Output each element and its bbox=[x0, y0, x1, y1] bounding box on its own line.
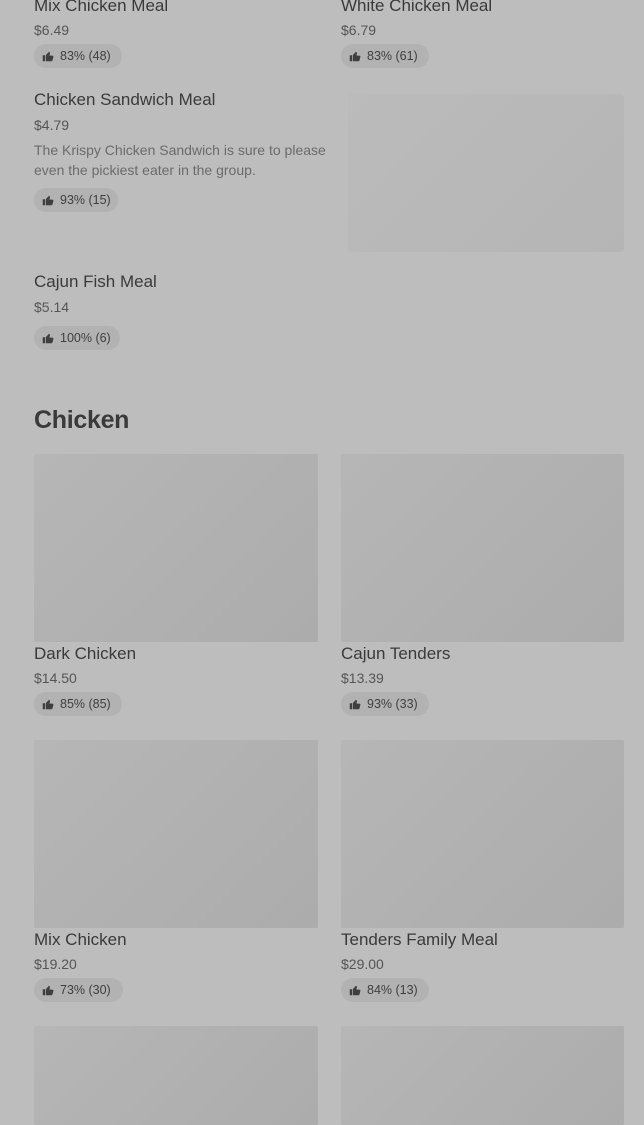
item-name: Cajun Fish Meal bbox=[34, 272, 157, 291]
menu-item-card[interactable]: White Chicken Meal $6.79 83% (61) bbox=[341, 0, 624, 70]
item-price: $13.39 bbox=[341, 670, 384, 686]
rating-text: 100% (6) bbox=[60, 331, 111, 345]
menu-item-card[interactable]: Mix Chicken Meal $6.49 83% (48) bbox=[34, 0, 314, 70]
thumbs-up-icon bbox=[42, 195, 54, 206]
menu-item-card[interactable]: Tenders Family Meal $29.00 84% (13) bbox=[341, 740, 624, 1004]
item-name: White Chicken Meal bbox=[341, 0, 493, 15]
featured-menu-item[interactable]: Chicken Sandwich Meal $4.79 The Krispy C… bbox=[34, 90, 624, 252]
rating-text: 84% (13) bbox=[367, 983, 418, 997]
menu-item-card[interactable] bbox=[341, 1026, 624, 1125]
item-price: $4.79 bbox=[34, 117, 70, 133]
item-image bbox=[34, 454, 318, 642]
item-image bbox=[34, 1026, 318, 1125]
rating-badge: 100% (6) bbox=[34, 326, 120, 350]
menu-item-card[interactable]: Cajun Fish Meal $5.14 100% (6) bbox=[34, 272, 334, 352]
item-name: Dark Chicken bbox=[34, 644, 137, 663]
item-image bbox=[341, 740, 624, 928]
menu-item-card[interactable] bbox=[34, 1026, 318, 1125]
item-price: $14.50 bbox=[34, 670, 77, 686]
rating-text: 93% (15) bbox=[60, 193, 111, 207]
thumbs-up-icon bbox=[349, 985, 361, 996]
rating-badge: 83% (48) bbox=[34, 44, 122, 68]
rating-badge: 93% (33) bbox=[341, 692, 429, 716]
item-price: $29.00 bbox=[341, 956, 384, 972]
item-name: Chicken Sandwich Meal bbox=[34, 90, 216, 109]
rating-text: 83% (48) bbox=[60, 49, 111, 63]
rating-badge: 85% (85) bbox=[34, 692, 122, 716]
item-name: Tenders Family Meal bbox=[341, 930, 498, 949]
rating-badge: 73% (30) bbox=[34, 978, 123, 1002]
item-description: The Krispy Chicken Sandwich is sure to p… bbox=[34, 142, 326, 178]
rating-badge: 83% (61) bbox=[341, 44, 429, 68]
thumbs-up-icon bbox=[349, 699, 361, 710]
rating-text: 83% (61) bbox=[367, 49, 418, 63]
thumbs-up-icon bbox=[42, 51, 54, 62]
rating-badge: 84% (13) bbox=[341, 978, 429, 1002]
item-image bbox=[341, 454, 624, 642]
thumbs-up-icon bbox=[349, 51, 361, 62]
item-image bbox=[34, 740, 318, 928]
rating-text: 85% (85) bbox=[60, 697, 111, 711]
thumbs-up-icon bbox=[42, 699, 54, 710]
rating-badge: 93% (15) bbox=[34, 188, 118, 212]
item-price: $6.79 bbox=[341, 22, 377, 38]
item-name: Mix Chicken bbox=[34, 930, 127, 949]
rating-text: 73% (30) bbox=[60, 983, 111, 997]
item-image bbox=[348, 94, 624, 252]
item-image bbox=[341, 1026, 624, 1125]
item-name: Mix Chicken Meal bbox=[34, 0, 169, 15]
item-price: $6.49 bbox=[34, 22, 70, 38]
item-price: $5.14 bbox=[34, 299, 70, 315]
rating-text: 93% (33) bbox=[367, 697, 418, 711]
menu-item-card[interactable]: Dark Chicken $14.50 85% (85) bbox=[34, 454, 318, 718]
menu-item-card[interactable]: Mix Chicken $19.20 73% (30) bbox=[34, 740, 318, 1004]
thumbs-up-icon bbox=[42, 985, 54, 996]
thumbs-up-icon bbox=[42, 333, 54, 344]
item-name: Cajun Tenders bbox=[341, 644, 451, 663]
section-title: Chicken bbox=[34, 406, 130, 434]
item-price: $19.20 bbox=[34, 956, 77, 972]
menu-item-card[interactable]: Cajun Tenders $13.39 93% (33) bbox=[341, 454, 624, 718]
